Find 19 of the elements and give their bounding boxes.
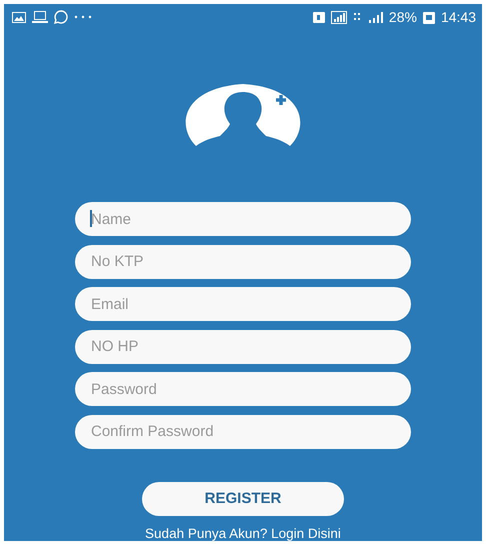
sim-icon — [312, 12, 325, 22]
input-field[interactable]: Confirm Password — [75, 414, 411, 448]
chat-icon — [54, 10, 68, 24]
data-icon — [352, 12, 363, 22]
more-icon — [74, 15, 92, 19]
input-field[interactable]: No KTP — [75, 244, 411, 278]
laptop-icon — [32, 11, 48, 23]
input-field[interactable]: Email — [75, 287, 411, 321]
input-field[interactable]: NO HP — [75, 330, 411, 364]
clock: 14:43 — [440, 9, 476, 25]
input-field[interactable]: Name — [75, 202, 411, 236]
register-button[interactable]: REGISTER — [142, 482, 344, 516]
signal-box-icon — [330, 10, 347, 24]
battery-icon — [422, 10, 435, 24]
login-link[interactable]: Sudah Punya Akun? Login Disini — [145, 526, 341, 540]
input-field[interactable]: Password — [75, 372, 411, 406]
image-icon — [12, 12, 26, 22]
signal-icon — [368, 12, 383, 22]
battery-percent: 28% — [388, 9, 417, 25]
